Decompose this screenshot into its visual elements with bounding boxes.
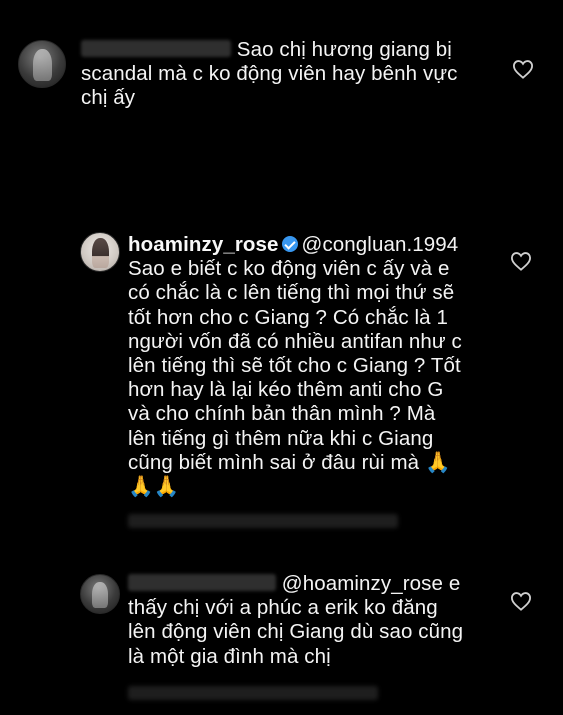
commenter-avatar[interactable]	[18, 40, 66, 88]
reply-avatar[interactable]	[80, 232, 120, 272]
reply-line: tốt hơn cho c Giang ? Có chắc là 1	[128, 305, 448, 329]
heart-icon[interactable]	[512, 59, 534, 79]
mention-link[interactable]: @congluan.1994	[302, 233, 459, 256]
heart-icon[interactable]	[510, 591, 532, 611]
reply-meta-blurred	[128, 514, 398, 528]
reply-text: @hoaminzy_rose e thấy chị với a phúc a e…	[128, 572, 508, 669]
verified-badge-icon	[281, 236, 298, 252]
reply-line: có chắc là c lên tiếng thì mọi thứ sẽ	[128, 281, 455, 305]
reply-meta-blurred	[128, 686, 378, 700]
reply-line: người vốn đã có nhiều antifan như c	[128, 329, 462, 353]
comment-line: Sao chị hương giang bị	[236, 38, 452, 61]
reply-line: cũng biết mình sai ở đâu rùi mà 🙏	[128, 450, 451, 474]
reply-line: thấy chị với a phúc a erik ko đăng	[128, 596, 438, 620]
reply-text: hoaminzy_rose @congluan.1994 Sao e biết c…	[128, 233, 508, 499]
reply-line: 🙏🙏	[128, 475, 180, 499]
comment-line: chị ấy	[81, 86, 136, 110]
comment-line: scandal mà c ko động viên hay bênh vực	[81, 62, 458, 86]
heart-icon[interactable]	[510, 251, 532, 271]
reply-line: hơn hay là lại kéo thêm anti cho G	[128, 378, 444, 402]
reply-line: là một gia đình mà chị	[128, 644, 331, 668]
reply-username[interactable]: hoaminzy_rose	[128, 233, 279, 256]
reply-avatar[interactable]	[80, 574, 120, 614]
reply-line: và cho chính bản thân mình ? Mà	[128, 402, 436, 426]
reply-line: lên động viên chị Giang dù sao cũng	[128, 620, 464, 644]
reply-line: lên tiếng thì sẽ tốt cho c Giang ? Tốt	[128, 354, 461, 378]
reply-line: Sao e biết c ko động viên c ấy và e	[128, 257, 450, 281]
reply-line: lên tiếng gì thêm nữa khi c Giang	[128, 426, 434, 450]
comment-text: Sao chị hương giang bị scandal mà c ko đ…	[81, 38, 501, 111]
blurred-username[interactable]	[128, 574, 276, 591]
mention-link[interactable]: @hoaminzy_rose e	[282, 572, 461, 595]
blurred-username[interactable]	[81, 40, 231, 57]
